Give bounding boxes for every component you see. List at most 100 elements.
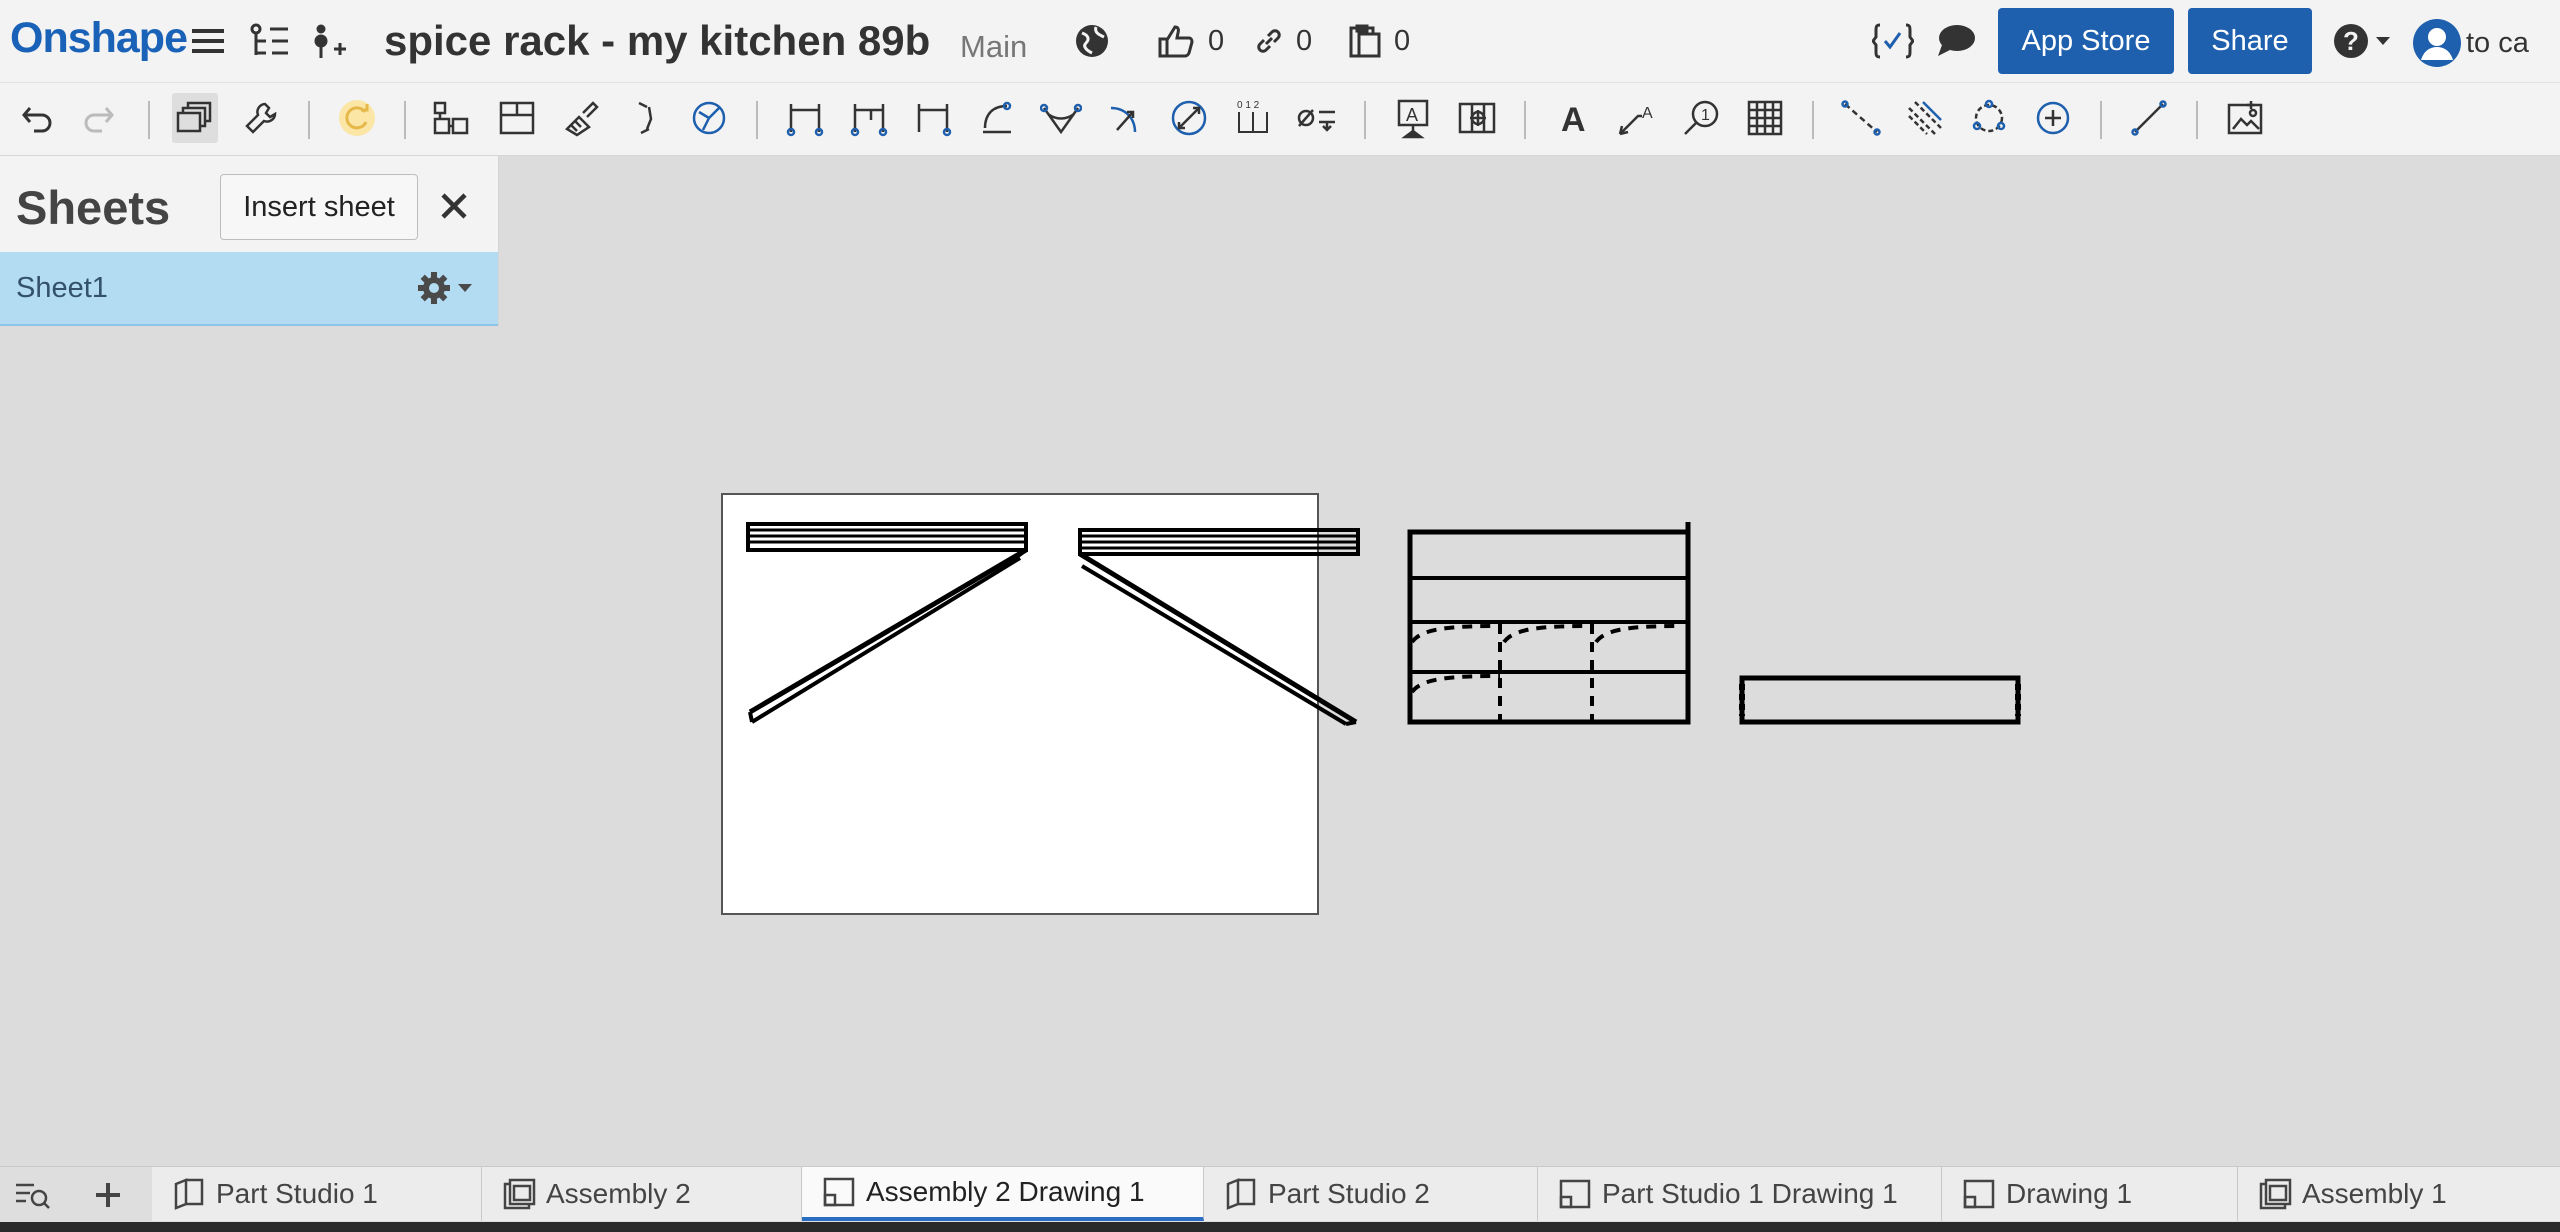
line-icon[interactable] [2126, 93, 2172, 143]
bolt-circle-icon[interactable] [2030, 93, 2076, 143]
drawing-toolbar: 0 1 2 A A A 1 [0, 83, 2560, 156]
avatar-icon [2413, 19, 2461, 67]
radial-dimension-icon[interactable] [1102, 93, 1148, 143]
top-header: Onshape spice rack - my kitchen 89b Main… [0, 0, 2560, 83]
tab-assembly-2-drawing-1[interactable]: Assembly 2 Drawing 1 [802, 1167, 1204, 1221]
sheet-item-sheet1[interactable]: Sheet1 [0, 252, 498, 326]
hatch-icon[interactable] [1902, 93, 1948, 143]
document-title[interactable]: spice rack - my kitchen 89b [384, 17, 930, 65]
regenerate-icon[interactable] [334, 93, 380, 143]
globe-icon[interactable] [1074, 20, 1110, 62]
projected-view-icon[interactable] [494, 93, 540, 143]
tab-label: Assembly 2 Drawing 1 [866, 1176, 1145, 1207]
frame-icon[interactable] [1454, 93, 1500, 143]
tab-part-studio-1[interactable]: Part Studio 1 [152, 1167, 482, 1221]
tab-part-studio-2[interactable]: Part Studio 2 [1204, 1167, 1538, 1221]
links-count: 0 [1296, 24, 1313, 57]
leader-icon[interactable]: A [1614, 93, 1660, 143]
tab-manager-icon[interactable] [10, 1175, 54, 1215]
insert-instance-icon[interactable] [308, 20, 348, 62]
onshape-logo[interactable]: Onshape [10, 14, 188, 63]
assembly-icon [503, 1178, 536, 1210]
part-studio-icon [174, 1178, 204, 1210]
links-button[interactable]: 0 [1254, 20, 1312, 62]
sheets-title: Sheets [16, 181, 171, 234]
sheet-options-button[interactable] [416, 270, 474, 306]
tab-part-studio-1-drawing-1[interactable]: Part Studio 1 Drawing 1 [1538, 1167, 1942, 1221]
note-icon[interactable]: A [1550, 93, 1596, 143]
svg-text:A: A [1406, 105, 1418, 125]
auxiliary-view-icon[interactable] [686, 93, 732, 143]
drawing-view-side[interactable] [1407, 522, 1691, 725]
ordinate-dimension-icon[interactable] [910, 93, 956, 143]
svg-text:A: A [1561, 101, 1586, 137]
tab-bar: Part Studio 1 Assembly 2 Assembly 2 Draw… [0, 1166, 2560, 1223]
drawing-icon [1559, 1179, 1591, 1209]
help-menu[interactable]: ? [2332, 20, 2392, 62]
feature-list-icon[interactable] [248, 20, 292, 62]
sheets-panel: Sheets Insert sheet Sheet1 [0, 156, 499, 326]
tab-assembly-2[interactable]: Assembly 2 [482, 1167, 802, 1221]
variable-icon[interactable] [1872, 20, 1914, 62]
svg-text:0 1 2: 0 1 2 [1237, 100, 1260, 111]
centerline-icon[interactable] [1838, 93, 1884, 143]
menu-icon[interactable] [190, 20, 226, 62]
copies-button[interactable]: 0 [1348, 20, 1410, 62]
clipboard-icon [1349, 24, 1381, 58]
table-icon[interactable] [1742, 93, 1788, 143]
tab-assembly-1[interactable]: Assembly 1 [2238, 1167, 2560, 1221]
undo-icon[interactable] [14, 93, 60, 143]
insert-sheet-button[interactable]: Insert sheet [220, 174, 418, 240]
arc-length-icon[interactable] [1038, 93, 1084, 143]
hole-table-icon[interactable]: 0 1 2 [1230, 93, 1276, 143]
redo-icon[interactable] [76, 93, 122, 143]
help-icon: ? [2334, 24, 2368, 58]
tab-label: Part Studio 1 [216, 1178, 378, 1209]
tab-label: Part Studio 2 [1268, 1178, 1430, 1209]
assembly-icon [2259, 1178, 2292, 1210]
detail-view-icon[interactable] [622, 93, 668, 143]
chevron-down-icon [2376, 37, 2390, 45]
svg-text:A: A [1642, 105, 1653, 122]
centermark-icon[interactable] [1966, 93, 2012, 143]
add-tab-button[interactable] [86, 1175, 130, 1215]
wrench-icon[interactable] [238, 93, 284, 143]
close-icon[interactable] [432, 184, 476, 228]
thumbs-up-icon [1158, 25, 1194, 58]
insert-view-icon[interactable] [428, 93, 474, 143]
baseline-dimension-icon[interactable] [846, 93, 892, 143]
likes-count: 0 [1208, 24, 1225, 57]
linear-dimension-icon[interactable] [782, 93, 828, 143]
copies-count: 0 [1394, 24, 1411, 57]
hole-callout-icon[interactable] [1294, 93, 1340, 143]
section-view-icon[interactable] [558, 93, 604, 143]
app-store-button[interactable]: App Store [1998, 8, 2174, 74]
sheet-label: Sheet1 [16, 272, 108, 304]
user-menu[interactable]: to ca [2412, 18, 2529, 68]
like-button[interactable]: 0 [1156, 20, 1224, 62]
link-icon [1257, 29, 1281, 53]
drawing-icon [1963, 1179, 1995, 1209]
comments-icon[interactable] [1936, 20, 1976, 62]
tab-label: Assembly 2 [546, 1178, 691, 1209]
svg-text:?: ? [2343, 26, 2359, 56]
callout-icon[interactable]: 1 [1678, 93, 1724, 143]
plus-icon [96, 1183, 120, 1207]
branch-label[interactable]: Main [960, 29, 1027, 65]
share-button[interactable]: Share [2188, 8, 2312, 74]
os-taskbar-strip [0, 1222, 2560, 1232]
tab-label: Drawing 1 [2006, 1178, 2133, 1209]
angular-dimension-icon[interactable] [974, 93, 1020, 143]
chevron-down-icon [458, 284, 472, 292]
tab-drawing-1[interactable]: Drawing 1 [1942, 1167, 2238, 1221]
drawing-view-top[interactable] [1739, 675, 2021, 725]
tab-label: Part Studio 1 Drawing 1 [1602, 1178, 1898, 1209]
sheet-view-icon[interactable] [172, 93, 218, 143]
svg-text:1: 1 [1701, 107, 1710, 124]
gear-icon [418, 272, 450, 304]
user-name: to ca [2466, 26, 2529, 59]
diameter-dimension-icon[interactable] [1166, 93, 1212, 143]
datum-icon[interactable]: A [1390, 93, 1436, 143]
insert-image-icon[interactable] [2222, 93, 2268, 143]
part-studio-icon [1226, 1178, 1256, 1210]
